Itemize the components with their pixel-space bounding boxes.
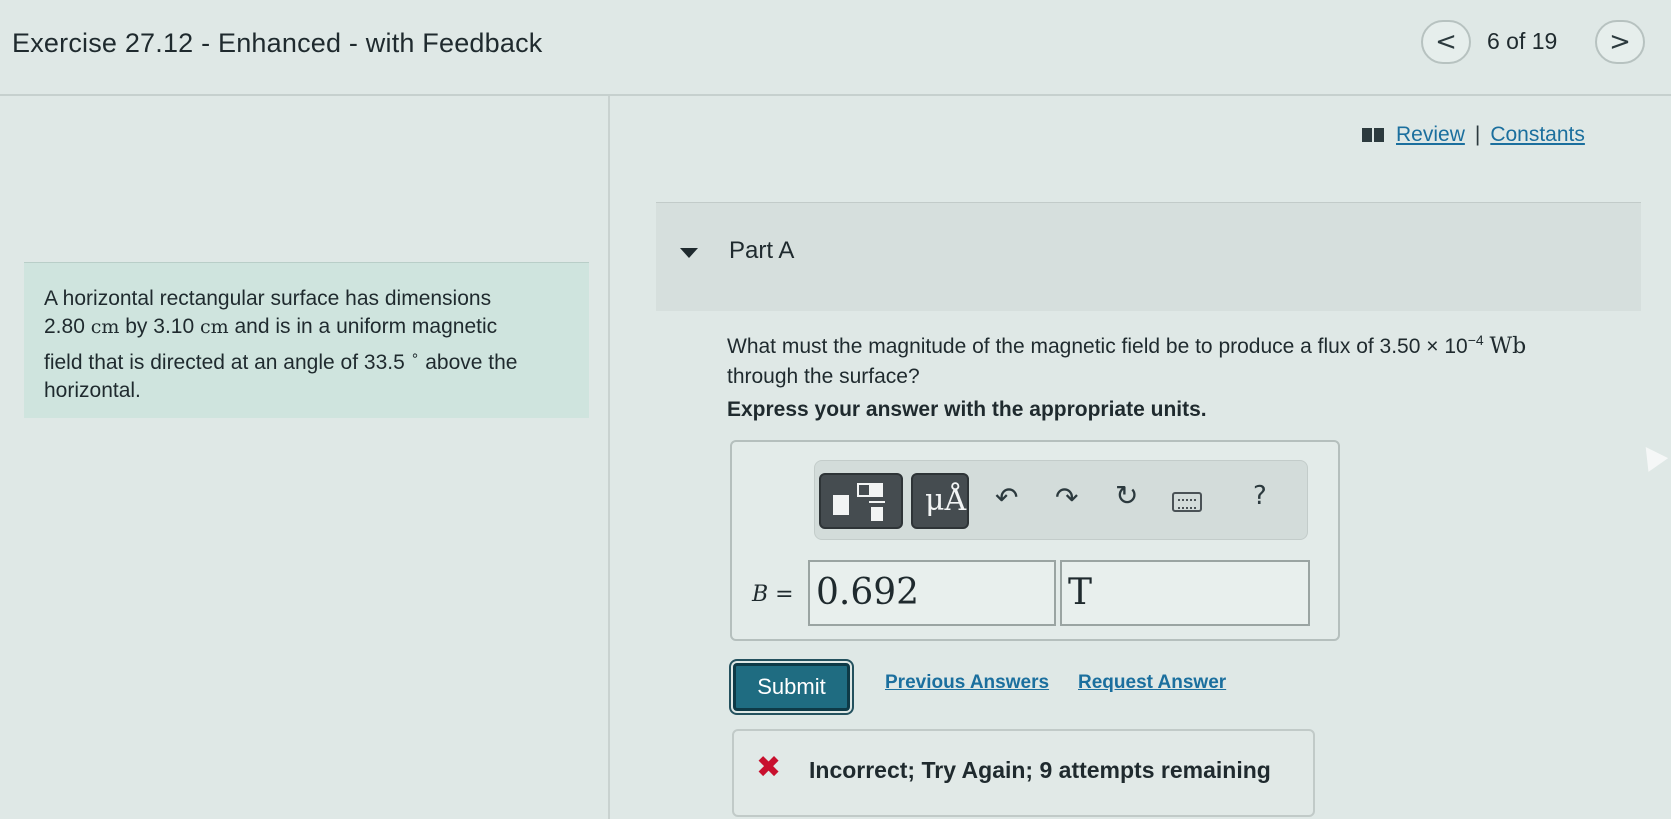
question-text: What must the magnitude of the magnetic …	[727, 325, 1627, 392]
part-a-header[interactable]: Part A	[656, 202, 1641, 311]
problem-line-1: A horizontal rectangular surface has dim…	[44, 287, 492, 310]
book-icon	[1362, 128, 1384, 142]
problem-line-3: field that is directed at an angle of	[44, 351, 359, 374]
redo-icon[interactable]: ↷	[1055, 481, 1078, 514]
header-bar: Exercise 27.12 - Enhanced - with Feedbac…	[0, 0, 1671, 96]
variable-b: B	[752, 582, 769, 607]
feedback-box: ✖ Incorrect; Try Again; 9 attempts remai…	[732, 729, 1315, 817]
answer-variable: B =	[752, 582, 794, 607]
chevron-left-icon: <	[1435, 27, 1457, 57]
column-divider	[608, 96, 610, 819]
problem-line-3-tail: above the	[425, 351, 518, 374]
exponent: −4	[1467, 332, 1484, 348]
units-label: μÅ	[925, 483, 967, 518]
feedback-text: Incorrect; Try Again; 9 attempts remaini…	[809, 757, 1271, 783]
dimension-1: 2.80	[44, 315, 85, 338]
reset-icon[interactable]: ↻	[1115, 479, 1138, 512]
problem-line-2: and is in a uniform magnetic	[234, 315, 498, 338]
value-input[interactable]: 0.692	[808, 560, 1056, 626]
submit-button[interactable]: Submit	[733, 663, 850, 711]
link-separator: |	[1474, 123, 1481, 146]
previous-item-button[interactable]: <	[1421, 20, 1471, 64]
dimension-2: 3.10	[153, 315, 195, 338]
reference-links: Review | Constants	[1362, 123, 1585, 147]
times-symbol: ×	[1426, 335, 1439, 358]
units-button[interactable]: μÅ	[911, 473, 969, 529]
incorrect-x-icon: ✖	[756, 750, 782, 785]
question-main: What must the magnitude of the magnetic …	[727, 335, 1421, 358]
unit-wb: Wb	[1489, 334, 1527, 359]
unit-cm-2: cm	[199, 316, 229, 338]
constants-link[interactable]: Constants	[1490, 123, 1585, 147]
review-link[interactable]: Review	[1396, 123, 1465, 147]
help-icon[interactable]: ?	[1253, 481, 1267, 511]
mouse-cursor-icon	[1635, 440, 1669, 472]
equals-sign: =	[775, 582, 794, 607]
templates-button[interactable]	[819, 473, 903, 529]
unit-input[interactable]: T	[1060, 560, 1310, 626]
previous-answers-link[interactable]: Previous Answers	[885, 672, 1049, 694]
math-toolbar: μÅ ↶ ↷ ↻ ?	[814, 460, 1308, 540]
degree-symbol: ∘	[410, 347, 420, 363]
page-title: Exercise 27.12 - Enhanced - with Feedbac…	[12, 28, 543, 58]
keyboard-icon[interactable]	[1172, 492, 1202, 512]
request-answer-link[interactable]: Request Answer	[1078, 672, 1226, 694]
question-tail: through the surface?	[727, 365, 920, 388]
item-pager: 6 of 19	[1487, 28, 1558, 54]
chevron-right-icon: >	[1609, 27, 1631, 57]
by-text: by	[125, 315, 148, 338]
ten-base: 10	[1444, 335, 1468, 358]
next-item-button[interactable]: >	[1595, 20, 1645, 64]
angle-value: 33.5	[363, 351, 405, 374]
part-title: Part A	[729, 237, 795, 264]
instructions: Express your answer with the appropriate…	[727, 398, 1207, 421]
answer-area: μÅ ↶ ↷ ↻ ? B = 0.692 T	[730, 440, 1340, 641]
problem-statement: A horizontal rectangular surface has dim…	[24, 262, 589, 418]
undo-icon[interactable]: ↶	[995, 481, 1018, 514]
problem-line-4: horizontal.	[44, 379, 141, 402]
collapse-caret-icon[interactable]	[680, 248, 698, 258]
unit-cm-1: cm	[90, 316, 120, 338]
